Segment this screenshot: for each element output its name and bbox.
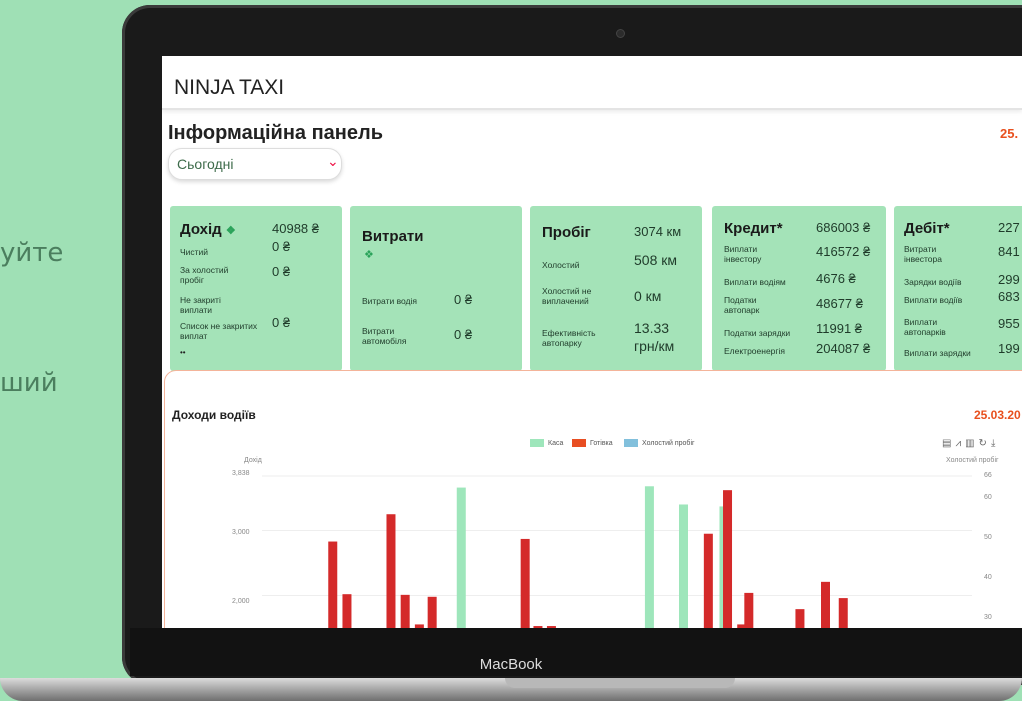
bar-готівка[interactable] <box>427 596 437 628</box>
bar-готівка[interactable] <box>414 624 424 628</box>
bar-каса[interactable] <box>456 487 466 628</box>
laptop-notch <box>505 678 735 688</box>
device-label: MacBook <box>479 656 543 673</box>
background-text-1: уйте <box>0 238 64 268</box>
bar-готівка[interactable] <box>520 538 530 628</box>
screen: NINJA TAXI Інформаційна панель 25. Сього… <box>162 56 1022 628</box>
income-bar-chart <box>262 475 972 628</box>
bar-готівка[interactable] <box>744 592 754 628</box>
bar-готівка[interactable] <box>703 533 713 628</box>
bar-готівка[interactable] <box>342 594 352 628</box>
bar-готівка[interactable] <box>795 609 805 628</box>
bar-каса[interactable] <box>679 504 688 628</box>
bar-готівка[interactable] <box>386 514 396 628</box>
camera-icon <box>616 29 625 38</box>
bar-готівка[interactable] <box>838 598 848 628</box>
bar-готівка[interactable] <box>821 581 830 628</box>
bar-готівка[interactable] <box>533 626 543 628</box>
bar-готівка[interactable] <box>723 490 733 628</box>
background-text-2: ший <box>0 368 58 398</box>
bar-готівка[interactable] <box>546 626 556 628</box>
bar-готівка[interactable] <box>400 594 410 628</box>
bar-каса[interactable] <box>644 486 654 628</box>
bar-готівка[interactable] <box>328 541 338 628</box>
